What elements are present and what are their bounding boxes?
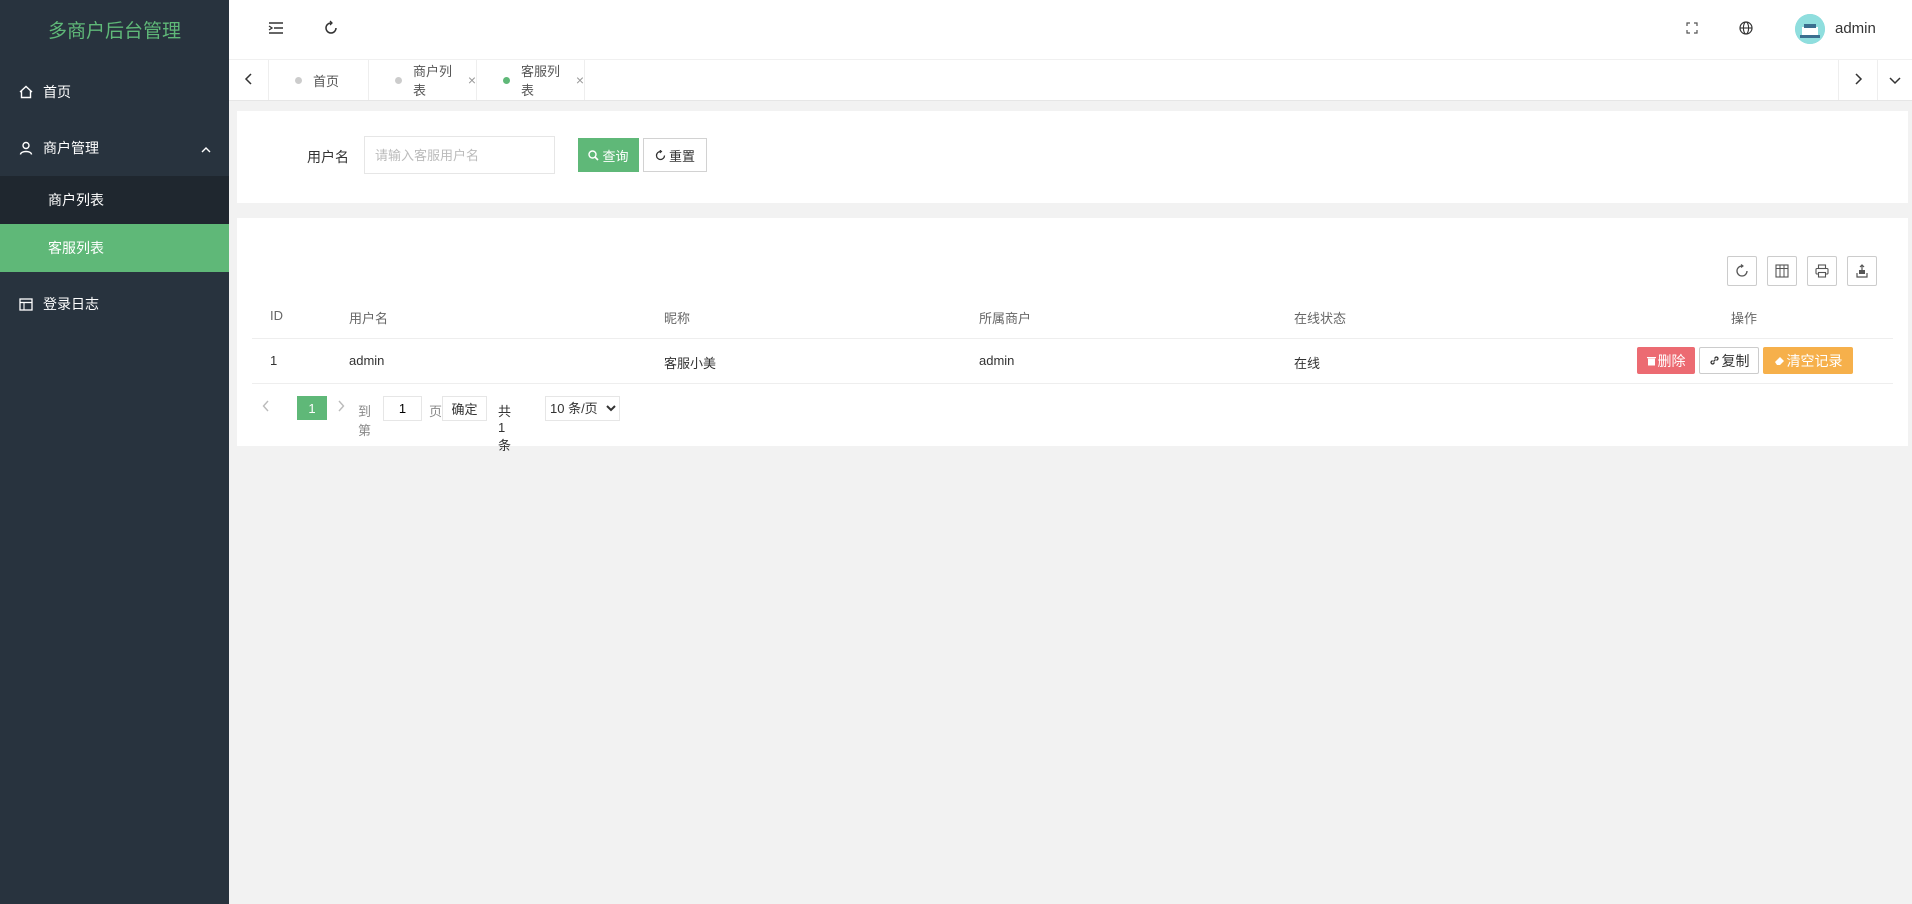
chevron-down-icon: [1889, 72, 1901, 88]
app-title: 多商户后台管理: [47, 21, 181, 42]
chevron-right-icon: [1853, 72, 1863, 88]
sidebar-item-service-list[interactable]: 客服列表: [0, 224, 229, 272]
query-button[interactable]: 查询: [578, 138, 639, 172]
page-size-select[interactable]: 10 条/页 20 条/页 30 条/页: [545, 396, 620, 421]
table-columns-button[interactable]: [1767, 256, 1797, 286]
tab-menu-button[interactable]: [1878, 60, 1912, 100]
column-header-id: ID: [270, 308, 283, 323]
refresh-icon: [655, 149, 666, 161]
fullscreen-icon[interactable]: [1682, 18, 1702, 38]
tab-merchant-list[interactable]: 商户列表 ×: [369, 60, 477, 100]
top-header: admin: [229, 0, 1912, 60]
username-search-input[interactable]: [364, 136, 555, 174]
globe-icon[interactable]: [1736, 18, 1756, 38]
column-header-nickname: 昵称: [664, 311, 691, 326]
goto-page-input[interactable]: [383, 396, 422, 421]
sidebar-item-label: 首页: [43, 84, 71, 100]
tab-status-dot: [295, 77, 302, 84]
search-icon: [588, 149, 600, 161]
close-icon[interactable]: ×: [576, 72, 584, 88]
tab-home[interactable]: 首页: [269, 60, 369, 100]
sidebar-item-label: 登录日志: [43, 296, 99, 312]
username-label[interactable]: admin: [1835, 20, 1876, 37]
goto-confirm-button[interactable]: 确定: [442, 396, 487, 421]
clear-records-button[interactable]: 清空记录: [1763, 347, 1853, 374]
refresh-icon[interactable]: [321, 18, 341, 38]
column-header-merchant: 所属商户: [979, 311, 1032, 326]
table-export-button[interactable]: [1847, 256, 1877, 286]
tab-status-dot: [395, 77, 402, 84]
tab-bar: 首页 商户列表 × 客服列表 ×: [229, 60, 1912, 101]
table-header-divider: [252, 338, 1893, 339]
eraser-icon: [1774, 355, 1785, 366]
query-button-label: 查询: [602, 148, 629, 164]
tab-label: 客服列表: [521, 64, 561, 98]
goto-suffix-label: 页: [429, 404, 443, 419]
cell-online-status: 在线: [1294, 356, 1321, 371]
tab-status-dot: [503, 77, 510, 84]
search-panel: 用户名 查询 重置: [237, 111, 1908, 203]
total-count-label: 共 1 条: [498, 404, 512, 453]
table-refresh-button[interactable]: [1727, 256, 1757, 286]
merchant-submenu: 商户列表 客服列表: [0, 176, 229, 272]
cell-nickname: 客服小美: [664, 356, 717, 371]
avatar[interactable]: [1795, 14, 1825, 44]
delete-button[interactable]: 删除: [1637, 347, 1695, 374]
user-icon: [19, 141, 33, 155]
chevron-left-icon: [244, 72, 254, 88]
home-icon: [19, 85, 33, 99]
sidebar-item-merchant-list[interactable]: 商户列表: [0, 176, 229, 224]
tab-label: 首页: [313, 73, 340, 89]
column-header-online-status: 在线状态: [1294, 311, 1347, 326]
table-row-divider: [252, 383, 1893, 384]
clear-records-button-label: 清空记录: [1786, 352, 1843, 369]
copy-button[interactable]: 复制: [1699, 347, 1759, 374]
table-print-button[interactable]: [1807, 256, 1837, 286]
close-icon[interactable]: ×: [468, 72, 476, 88]
sidebar-item-merchant-management[interactable]: 商户管理: [0, 120, 229, 176]
print-icon: [1815, 264, 1829, 278]
sidebar-item-home[interactable]: 首页: [0, 64, 229, 120]
sidebar: 多商户后台管理 首页 商户管理 商户列表 客服列表 登录日志: [0, 0, 229, 904]
tab-scroll-left-button[interactable]: [229, 60, 269, 100]
reset-button-label: 重置: [668, 148, 695, 164]
goto-prefix-label: 到第: [358, 404, 372, 438]
sidebar-item-label: 商户列表: [48, 192, 104, 208]
cell-merchant: admin: [979, 353, 1015, 368]
chevron-up-icon: [201, 142, 211, 158]
menu-toggle-icon[interactable]: [266, 18, 286, 38]
tab-label: 商户列表: [413, 64, 453, 98]
table-panel: ID 用户名 昵称 所属商户 在线状态 操作 1 admin 客服小美 admi…: [237, 218, 1908, 453]
export-icon: [1855, 264, 1869, 278]
page-current[interactable]: 1: [297, 396, 327, 420]
chevron-right-icon[interactable]: [337, 399, 345, 415]
tab-service-list[interactable]: 客服列表 ×: [477, 60, 585, 100]
cell-id: 1: [270, 353, 278, 368]
column-header-username: 用户名: [349, 311, 389, 326]
delete-button-label: 删除: [1657, 352, 1686, 369]
tab-scroll-right-button[interactable]: [1838, 60, 1878, 100]
sidebar-item-label: 客服列表: [48, 240, 104, 256]
trash-icon: [1646, 356, 1656, 366]
column-header-actions: 操作: [1731, 311, 1758, 326]
link-icon: [1709, 355, 1720, 366]
refresh-icon: [1735, 264, 1749, 278]
chevron-left-icon[interactable]: [262, 399, 270, 415]
reset-button[interactable]: 重置: [643, 138, 707, 172]
columns-icon: [1775, 264, 1789, 278]
username-filter-label: 用户名: [307, 149, 349, 165]
sidebar-item-login-log[interactable]: 登录日志: [0, 276, 229, 332]
calendar-icon: [19, 297, 33, 311]
copy-button-label: 复制: [1721, 352, 1750, 369]
cell-username: admin: [349, 353, 385, 368]
sidebar-item-label: 商户管理: [43, 140, 99, 156]
